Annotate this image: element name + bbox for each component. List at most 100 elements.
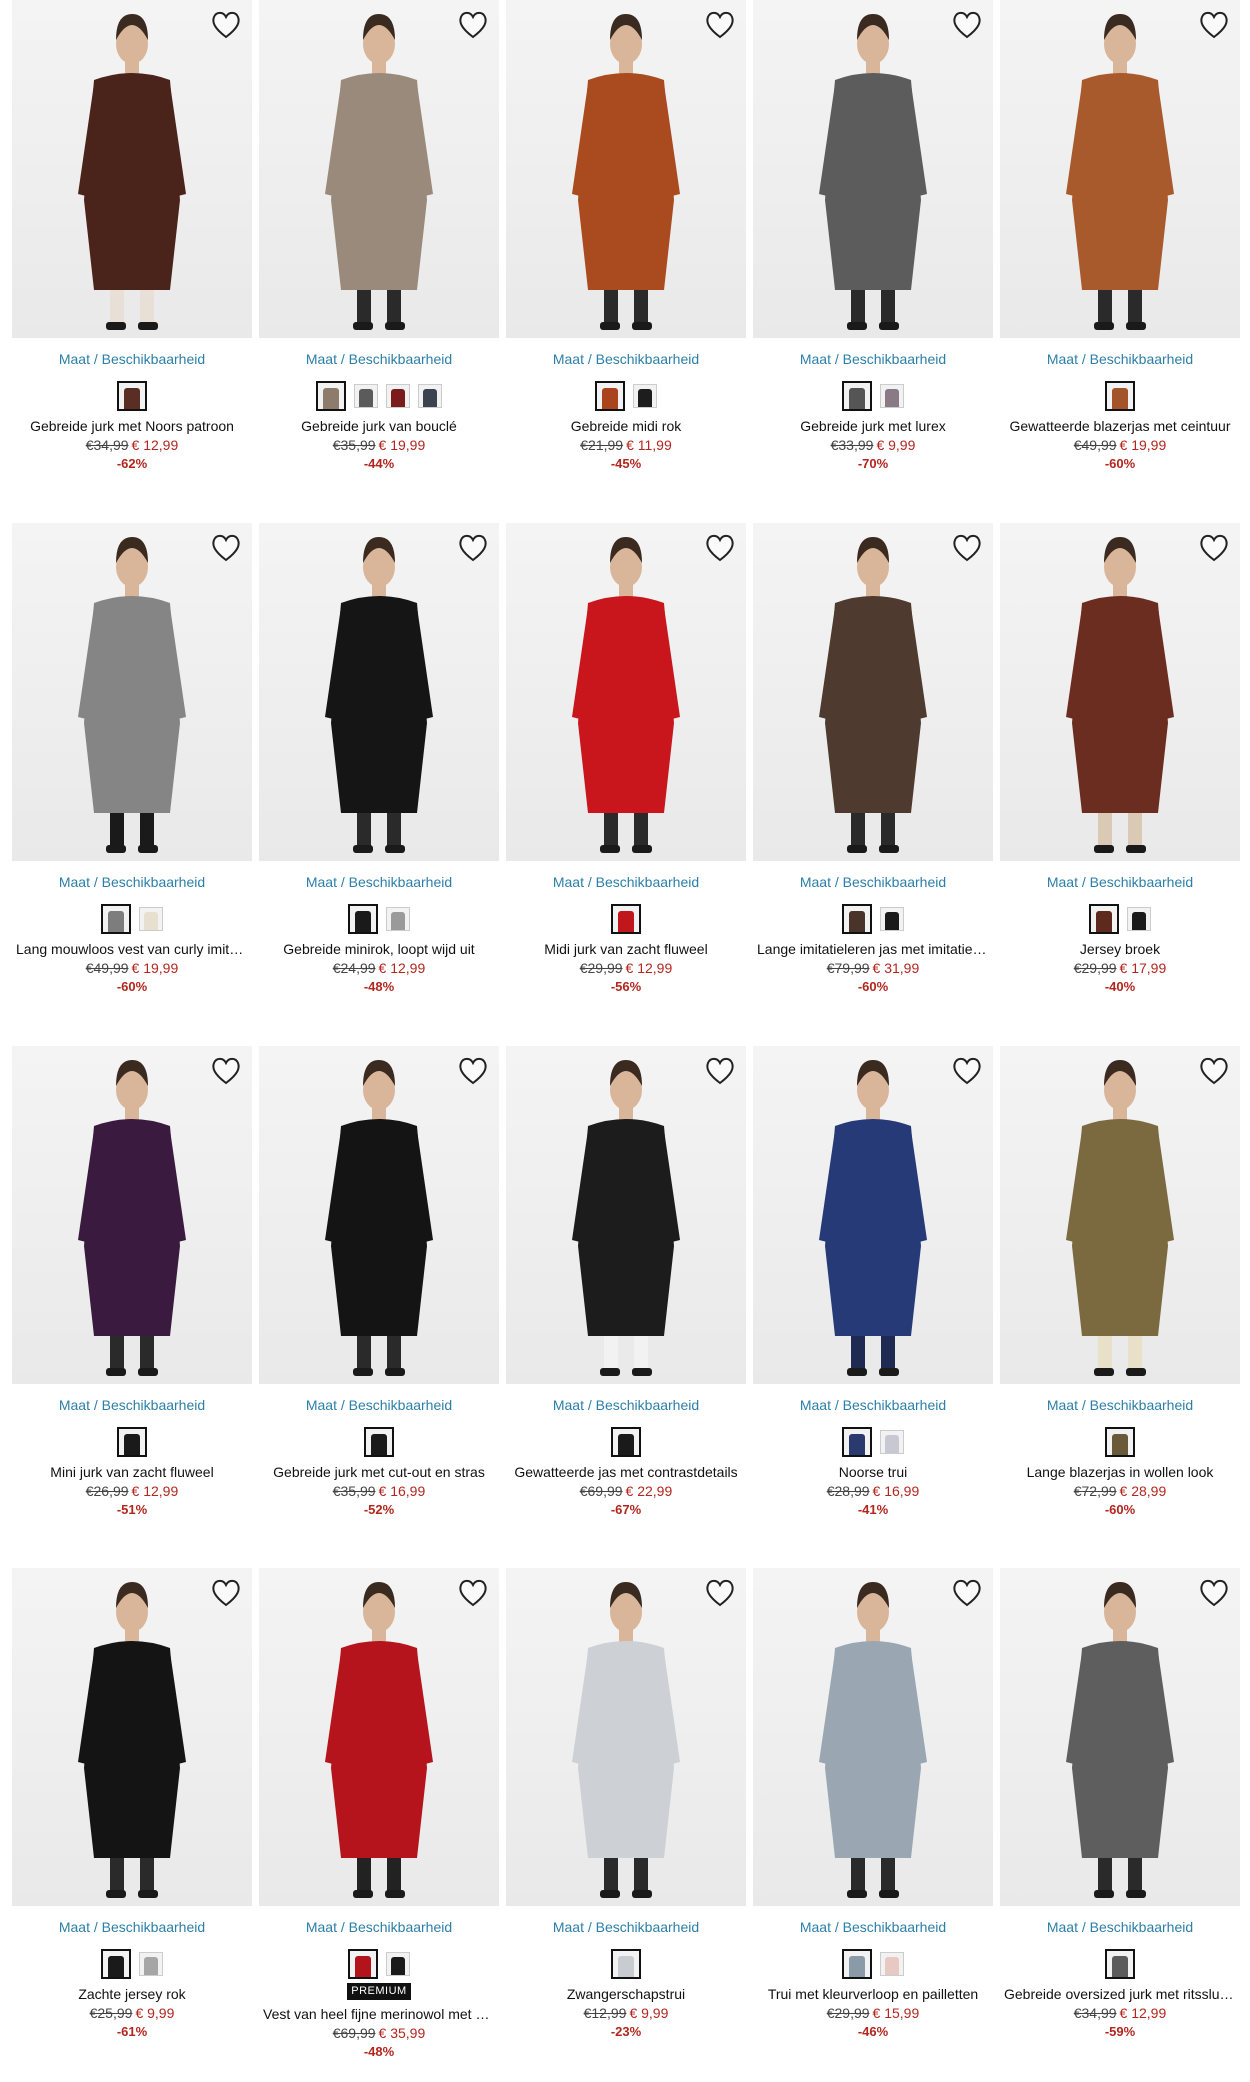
wishlist-heart-icon[interactable] bbox=[1198, 10, 1230, 40]
wishlist-heart-icon[interactable] bbox=[704, 1056, 736, 1086]
color-swatch[interactable] bbox=[595, 381, 625, 411]
product-card[interactable]: Maat / Beschikbaarheid Gebreide minirok, … bbox=[259, 523, 499, 996]
wishlist-heart-icon[interactable] bbox=[210, 533, 242, 563]
product-card[interactable]: Maat / Beschikbaarheid Gewatteerde jas me… bbox=[506, 1046, 746, 1519]
color-swatch[interactable] bbox=[386, 384, 410, 408]
product-title[interactable]: Trui met kleurverloop en pailletten bbox=[753, 1985, 993, 2003]
product-image[interactable] bbox=[259, 1568, 499, 1906]
color-swatch[interactable] bbox=[633, 384, 657, 408]
color-swatch[interactable] bbox=[842, 1427, 872, 1457]
size-availability-link[interactable]: Maat / Beschikbaarheid bbox=[506, 1918, 746, 1936]
product-image[interactable] bbox=[753, 1046, 993, 1384]
color-swatch[interactable] bbox=[1105, 381, 1135, 411]
product-card[interactable]: Maat / Beschikbaarheid Mini jurk van zach… bbox=[12, 1046, 252, 1519]
color-swatch[interactable] bbox=[101, 904, 131, 934]
color-swatch[interactable] bbox=[611, 1427, 641, 1457]
size-availability-link[interactable]: Maat / Beschikbaarheid bbox=[12, 1396, 252, 1414]
product-card[interactable]: Maat / Beschikbaarheid Gebreide jurk met … bbox=[753, 0, 993, 473]
product-card[interactable]: Maat / Beschikbaarheid PREMIUM Vest van he… bbox=[259, 1568, 499, 2061]
product-title[interactable]: Zachte jersey rok bbox=[12, 1985, 252, 2003]
wishlist-heart-icon[interactable] bbox=[951, 10, 983, 40]
product-image[interactable] bbox=[753, 1568, 993, 1906]
product-image[interactable] bbox=[259, 0, 499, 338]
wishlist-heart-icon[interactable] bbox=[704, 533, 736, 563]
color-swatch[interactable] bbox=[1105, 1427, 1135, 1457]
product-title[interactable]: Gebreide jurk met lurex bbox=[753, 417, 993, 435]
size-availability-link[interactable]: Maat / Beschikbaarheid bbox=[259, 1396, 499, 1414]
color-swatch[interactable] bbox=[880, 907, 904, 931]
product-image[interactable] bbox=[1000, 0, 1240, 338]
size-availability-link[interactable]: Maat / Beschikbaarheid bbox=[506, 350, 746, 368]
product-title[interactable]: Lange blazerjas in wollen look bbox=[1000, 1463, 1240, 1481]
size-availability-link[interactable]: Maat / Beschikbaarheid bbox=[259, 1918, 499, 1936]
color-swatch[interactable] bbox=[364, 1427, 394, 1457]
color-swatch[interactable] bbox=[386, 907, 410, 931]
size-availability-link[interactable]: Maat / Beschikbaarheid bbox=[1000, 1918, 1240, 1936]
product-card[interactable]: Maat / Beschikbaarheid Midi jurk van zach… bbox=[506, 523, 746, 996]
size-availability-link[interactable]: Maat / Beschikbaarheid bbox=[1000, 1396, 1240, 1414]
color-swatch[interactable] bbox=[348, 904, 378, 934]
product-title[interactable]: Gebreide jurk met cut-out en stras bbox=[259, 1463, 499, 1481]
color-swatch[interactable] bbox=[139, 907, 163, 931]
product-title[interactable]: Gebreide minirok, loopt wijd uit bbox=[259, 940, 499, 958]
color-swatch[interactable] bbox=[117, 1427, 147, 1457]
product-image[interactable] bbox=[1000, 1568, 1240, 1906]
size-availability-link[interactable]: Maat / Beschikbaarheid bbox=[259, 350, 499, 368]
product-image[interactable] bbox=[506, 1046, 746, 1384]
color-swatch[interactable] bbox=[117, 381, 147, 411]
product-title[interactable]: Jersey broek bbox=[1000, 940, 1240, 958]
product-card[interactable]: Maat / Beschikbaarheid Zwangerschapstrui €… bbox=[506, 1568, 746, 2041]
product-title[interactable]: Gebreide jurk met Noors patroon bbox=[12, 417, 252, 435]
product-title[interactable]: Gewatteerde blazerjas met ceintuur bbox=[1000, 417, 1240, 435]
color-swatch[interactable] bbox=[842, 904, 872, 934]
product-image[interactable] bbox=[259, 1046, 499, 1384]
product-card[interactable]: Maat / Beschikbaarheid Gebreide midi rok €… bbox=[506, 0, 746, 473]
product-title[interactable]: Gewatteerde jas met contrastdetails bbox=[506, 1463, 746, 1481]
color-swatch[interactable] bbox=[348, 1949, 378, 1979]
product-image[interactable] bbox=[12, 1046, 252, 1384]
wishlist-heart-icon[interactable] bbox=[457, 10, 489, 40]
color-swatch[interactable] bbox=[842, 1949, 872, 1979]
color-swatch[interactable] bbox=[880, 1952, 904, 1976]
product-image[interactable] bbox=[259, 523, 499, 861]
color-swatch[interactable] bbox=[842, 381, 872, 411]
wishlist-heart-icon[interactable] bbox=[210, 10, 242, 40]
size-availability-link[interactable]: Maat / Beschikbaarheid bbox=[1000, 350, 1240, 368]
product-card[interactable]: Maat / Beschikbaarheid Gewatteerde blazer… bbox=[1000, 0, 1240, 473]
product-card[interactable]: Maat / Beschikbaarheid Noorse trui €28,99 €… bbox=[753, 1046, 993, 1519]
product-title[interactable]: Midi jurk van zacht fluweel bbox=[506, 940, 746, 958]
product-card[interactable]: Maat / Beschikbaarheid Lang mouwloos vest… bbox=[12, 523, 252, 996]
product-card[interactable]: Maat / Beschikbaarheid Lange blazerjas in… bbox=[1000, 1046, 1240, 1519]
size-availability-link[interactable]: Maat / Beschikbaarheid bbox=[12, 873, 252, 891]
color-swatch[interactable] bbox=[880, 1430, 904, 1454]
wishlist-heart-icon[interactable] bbox=[951, 1578, 983, 1608]
product-image[interactable] bbox=[753, 0, 993, 338]
product-title[interactable]: Zwangerschapstrui bbox=[506, 1985, 746, 2003]
product-title[interactable]: Mini jurk van zacht fluweel bbox=[12, 1463, 252, 1481]
wishlist-heart-icon[interactable] bbox=[951, 533, 983, 563]
color-swatch[interactable] bbox=[354, 384, 378, 408]
product-image[interactable] bbox=[12, 1568, 252, 1906]
wishlist-heart-icon[interactable] bbox=[951, 1056, 983, 1086]
product-image[interactable] bbox=[12, 0, 252, 338]
product-title[interactable]: Gebreide oversized jurk met ritssluiting bbox=[1000, 1985, 1240, 2003]
color-swatch[interactable] bbox=[611, 1949, 641, 1979]
wishlist-heart-icon[interactable] bbox=[704, 1578, 736, 1608]
size-availability-link[interactable]: Maat / Beschikbaarheid bbox=[506, 873, 746, 891]
color-swatch[interactable] bbox=[880, 384, 904, 408]
product-card[interactable]: Maat / Beschikbaarheid Gebreide jurk van … bbox=[259, 0, 499, 473]
product-card[interactable]: Maat / Beschikbaarheid Gebreide jurk met … bbox=[12, 0, 252, 473]
product-image[interactable] bbox=[753, 523, 993, 861]
wishlist-heart-icon[interactable] bbox=[210, 1578, 242, 1608]
product-card[interactable]: Maat / Beschikbaarheid Zachte jersey rok €… bbox=[12, 1568, 252, 2041]
color-swatch[interactable] bbox=[1127, 907, 1151, 931]
product-card[interactable]: Maat / Beschikbaarheid Gebreide oversized… bbox=[1000, 1568, 1240, 2041]
product-image[interactable] bbox=[1000, 523, 1240, 861]
product-title[interactable]: Lange imitatieleren jas met imitatiebont bbox=[753, 940, 993, 958]
size-availability-link[interactable]: Maat / Beschikbaarheid bbox=[753, 1918, 993, 1936]
product-image[interactable] bbox=[506, 1568, 746, 1906]
wishlist-heart-icon[interactable] bbox=[210, 1056, 242, 1086]
product-card[interactable]: Maat / Beschikbaarheid Gebreide jurk met … bbox=[259, 1046, 499, 1519]
color-swatch[interactable] bbox=[386, 1952, 410, 1976]
size-availability-link[interactable]: Maat / Beschikbaarheid bbox=[506, 1396, 746, 1414]
